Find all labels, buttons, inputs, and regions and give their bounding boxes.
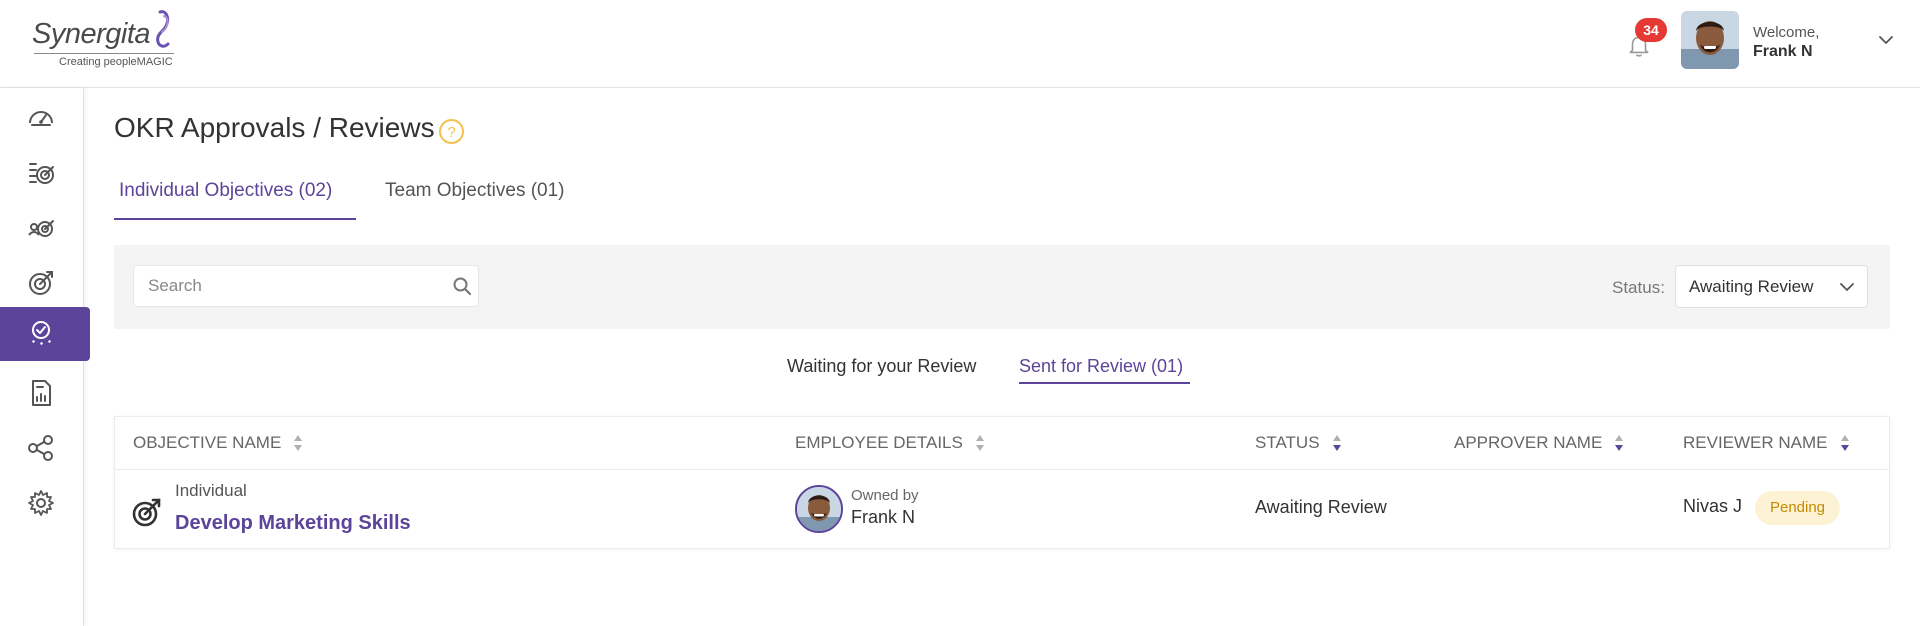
- objective-name-link[interactable]: Develop Marketing Skills: [175, 512, 411, 535]
- tab-team-objectives[interactable]: Team Objectives (01): [385, 180, 565, 202]
- sidebar-item-dashboard[interactable]: [0, 91, 90, 145]
- target-icon: [29, 271, 53, 295]
- subtab-waiting-for-your-review[interactable]: Waiting for your Review: [787, 356, 976, 377]
- search-box: [133, 265, 479, 307]
- user-menu-chevron-down-icon[interactable]: [1876, 30, 1896, 50]
- help-icon[interactable]: ?: [438, 118, 465, 145]
- active-tab-indicator: [114, 218, 356, 220]
- logo-tagline: Creating peopleMAGIC: [59, 56, 173, 68]
- sidebar-item-objectives[interactable]: [0, 146, 90, 200]
- column-header-label: EMPLOYEE DETAILS: [795, 433, 963, 452]
- column-header-objective-name[interactable]: OBJECTIVE NAME: [133, 433, 303, 453]
- filter-bar: Status: Awaiting Review: [114, 245, 1890, 329]
- status-filter-select[interactable]: Awaiting Review: [1675, 265, 1868, 308]
- approvals-table: OBJECTIVE NAME EMPLOYEE DETAILS STATUS A…: [114, 416, 1890, 549]
- review-status-badge: Pending: [1755, 491, 1840, 525]
- column-header-label: APPROVER NAME: [1454, 433, 1603, 452]
- logo-divider: [34, 53, 174, 54]
- header-divider: [115, 469, 1889, 470]
- approvals-icon: [32, 321, 51, 345]
- column-header-reviewer-name[interactable]: REVIEWER NAME: [1683, 433, 1850, 453]
- team-objectives-icon: [28, 220, 54, 237]
- sort-icon[interactable]: [293, 434, 303, 452]
- search-input[interactable]: [148, 266, 448, 306]
- column-header-employee-details[interactable]: EMPLOYEE DETAILS: [795, 433, 985, 453]
- sort-icon[interactable]: [975, 434, 985, 452]
- reviewer-name: Nivas J: [1683, 496, 1743, 516]
- sort-icon[interactable]: [1614, 434, 1624, 452]
- tab-individual-objectives[interactable]: Individual Objectives (02): [119, 180, 332, 202]
- search-icon[interactable]: [452, 276, 472, 296]
- objective-type: Individual: [175, 481, 247, 500]
- employee-name: Frank N: [851, 507, 916, 527]
- active-subtab-indicator: [1019, 382, 1190, 384]
- synergita-logo[interactable]: Synergita Creating peopleMAGIC: [32, 8, 182, 72]
- page-title: OKR Approvals / Reviews: [114, 112, 435, 143]
- logo-text: Synergita: [32, 18, 151, 50]
- column-header-label: OBJECTIVE NAME: [133, 433, 282, 452]
- top-header: Synergita Creating peopleMAGIC 34 Welcom…: [0, 0, 1920, 88]
- column-header-label: REVIEWER NAME: [1683, 433, 1828, 452]
- column-header-label: STATUS: [1255, 433, 1320, 452]
- owned-by-label: Owned by: [851, 487, 919, 504]
- logo-mark-icon: [156, 10, 170, 48]
- user-name: Frank N: [1753, 43, 1813, 60]
- sidebar-item-reports[interactable]: [0, 366, 90, 420]
- objective-target-icon: [132, 498, 161, 527]
- alignment-icon: [28, 435, 53, 461]
- sidebar-item-settings[interactable]: [0, 476, 90, 530]
- user-avatar[interactable]: [1681, 11, 1739, 69]
- sidebar-item-my-objectives[interactable]: [0, 256, 90, 310]
- status-filter-label: Status:: [1612, 278, 1665, 297]
- status-filter-value: Awaiting Review: [1689, 277, 1814, 296]
- subtab-sent-for-review[interactable]: Sent for Review (01): [1019, 356, 1183, 377]
- employee-avatar: [795, 485, 843, 533]
- svg-text:?: ?: [447, 124, 455, 141]
- sidebar-nav: [0, 88, 90, 626]
- column-header-approver-name[interactable]: APPROVER NAME: [1454, 433, 1624, 453]
- settings-icon: [28, 490, 54, 516]
- sidebar-item-team-objectives[interactable]: [0, 201, 90, 255]
- welcome-label: Welcome,: [1753, 24, 1820, 41]
- reports-icon: [32, 380, 51, 406]
- column-header-status[interactable]: STATUS: [1255, 433, 1342, 453]
- sidebar-item-approvals[interactable]: [0, 307, 90, 361]
- sort-icon[interactable]: [1332, 434, 1342, 452]
- dashboard-icon: [29, 111, 53, 126]
- notification-count-badge[interactable]: 34: [1635, 18, 1667, 42]
- sidebar-item-alignment[interactable]: [0, 421, 90, 475]
- sort-icon[interactable]: [1840, 434, 1850, 452]
- chevron-down-icon: [1840, 283, 1854, 291]
- objective-status: Awaiting Review: [1255, 497, 1387, 517]
- objectives-list-icon: [29, 163, 54, 184]
